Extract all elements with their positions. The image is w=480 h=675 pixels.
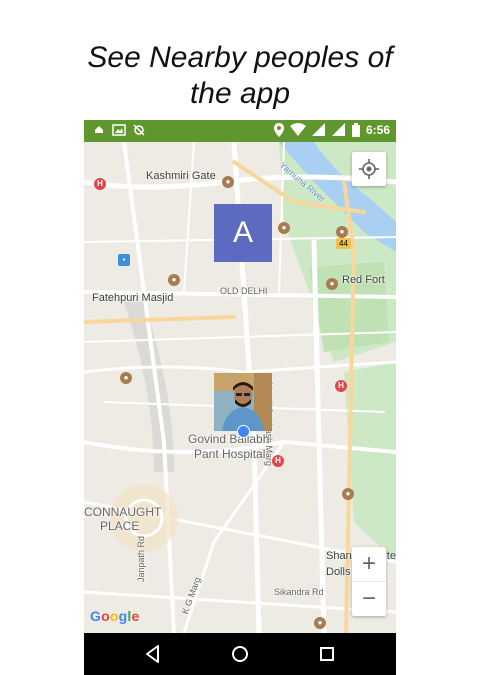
- nearby-user-avatar-marker[interactable]: [214, 373, 272, 431]
- map-label-kashmiri-gate: Kashmiri Gate: [146, 170, 216, 182]
- hospital-icon: H: [94, 178, 106, 190]
- google-logo-letter: G: [90, 608, 102, 624]
- status-left-icons: [92, 123, 146, 137]
- avatar-photo: [214, 373, 272, 431]
- zoom-out-button[interactable]: −: [352, 582, 386, 616]
- zoom-controls: + −: [352, 547, 386, 616]
- map-label-sikandra-rd: Sikandra Rd: [274, 587, 324, 597]
- cloud-icon: [95, 126, 103, 133]
- nearby-user-location-dot: [237, 425, 250, 438]
- navigation-bar: [84, 633, 396, 675]
- landmark-icon: ●: [314, 617, 326, 629]
- highway-44-badge: 44: [336, 238, 351, 249]
- battery-icon: [351, 123, 360, 137]
- landmark-icon: ●: [120, 372, 132, 384]
- google-logo-letter: e: [131, 608, 140, 624]
- landmark-icon: ●: [168, 274, 180, 286]
- back-triangle-icon[interactable]: [141, 642, 165, 666]
- map-label-connaught: CONNAUGHT: [84, 505, 162, 519]
- map-label-fatehpuri-masjid: Fatehpuri Masjid: [92, 292, 174, 304]
- landmark-icon: ●: [278, 222, 290, 234]
- no-gps-icon: [133, 124, 145, 136]
- status-time: 6:56: [365, 123, 390, 137]
- crosshair-icon: [359, 159, 379, 179]
- signal-icon: [311, 123, 325, 136]
- location-icon: [273, 123, 284, 137]
- home-circle-icon[interactable]: [228, 642, 252, 666]
- caption: See Nearby peoples of the app: [0, 40, 480, 112]
- landmark-icon: ●: [336, 226, 348, 238]
- caption-line-1: See Nearby peoples of: [87, 41, 393, 74]
- recents-square-icon[interactable]: [315, 642, 339, 666]
- map-label-pant-hospital: Pant Hospital: [194, 447, 266, 461]
- metro-icon: ▪: [118, 254, 130, 266]
- landmark-icon: ●: [222, 176, 234, 188]
- map-label-red-fort: Red Fort: [342, 274, 385, 286]
- signal-icon: [331, 123, 345, 136]
- status-bar: 6:56: [84, 120, 396, 142]
- wifi-icon: [289, 123, 306, 136]
- landmark-icon: ●: [342, 488, 354, 500]
- map-label-old-delhi: OLD DELHI: [220, 286, 268, 296]
- caption-line-2: the app: [189, 77, 291, 110]
- status-right-icons: 6:56: [273, 123, 390, 137]
- map-view[interactable]: Kashmiri Gate Red Fort Fatehpuri Masjid …: [84, 142, 396, 633]
- landmark-icon: ●: [326, 278, 338, 290]
- hospital-icon: H: [272, 455, 284, 467]
- user-marker-a[interactable]: A: [214, 204, 272, 262]
- map-label-govind-ballabh: Govind Ballabh: [188, 432, 270, 446]
- map-label-janpath-rd: Janpath Rd: [136, 535, 146, 582]
- phone-screen: 6:56 Kashmiri Gate Red Fort Fatehpuri Ma…: [84, 120, 396, 675]
- image-icon: [112, 124, 126, 136]
- google-logo-letter: o: [101, 608, 110, 624]
- map-label-place: PLACE: [100, 519, 140, 533]
- google-logo: Google: [90, 608, 139, 624]
- my-location-button[interactable]: [352, 152, 386, 186]
- google-logo-letter: o: [109, 608, 119, 624]
- hospital-icon: H: [335, 380, 347, 392]
- zoom-in-button[interactable]: +: [352, 547, 386, 581]
